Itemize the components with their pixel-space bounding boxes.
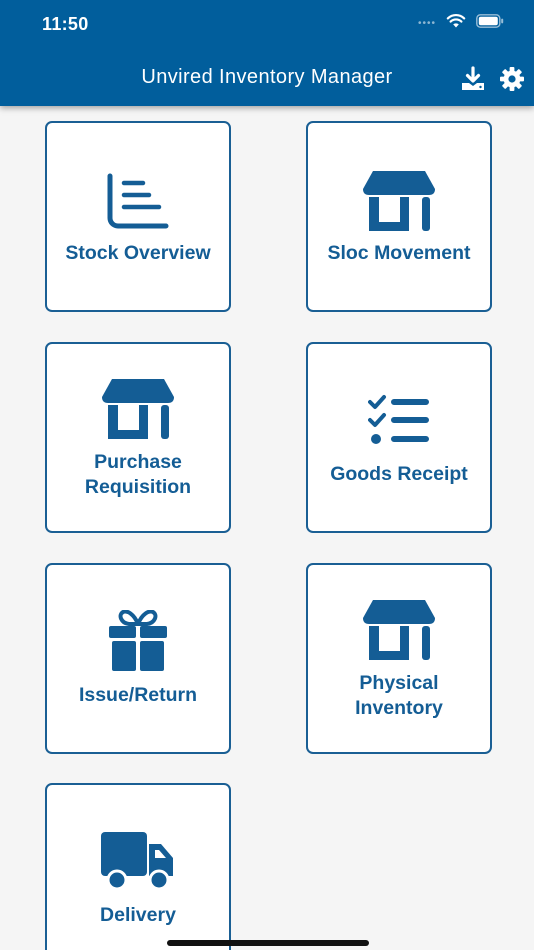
menu-grid: Stock Overview Sloc Movement Purchase Re… <box>0 0 534 950</box>
settings-button[interactable] <box>497 64 527 94</box>
storefront-icon <box>363 600 435 660</box>
goods-receipt-tile[interactable]: Goods Receipt <box>306 342 492 533</box>
tile-label: Stock Overview <box>65 242 211 264</box>
storefront-icon <box>102 379 174 439</box>
app-header: 11:50 •••• Unvired Inventory Manager <box>0 0 534 106</box>
sloc-movement-tile[interactable]: Sloc Movement <box>306 121 492 312</box>
status-icons: •••• <box>418 13 504 34</box>
cellular-signal-icon: •••• <box>417 18 436 29</box>
delivery-tile[interactable]: Delivery <box>45 783 231 950</box>
battery-icon <box>476 14 504 33</box>
storefront-icon <box>363 171 435 231</box>
issue-return-tile[interactable]: Issue/Return <box>45 563 231 754</box>
chart-bars-icon <box>107 173 169 229</box>
gift-icon <box>109 610 167 671</box>
download-button[interactable] <box>458 64 488 94</box>
tile-label: Delivery <box>100 904 176 926</box>
home-indicator[interactable] <box>167 940 369 946</box>
wifi-icon <box>446 13 466 34</box>
purchase-requisition-tile[interactable]: Purchase Requisition <box>45 342 231 533</box>
status-time: 11:50 <box>42 14 89 34</box>
tile-label: Issue/Return <box>78 684 198 706</box>
checklist-icon <box>368 395 429 444</box>
physical-inventory-tile[interactable]: Physical Inventory <box>306 563 492 754</box>
gear-icon <box>500 67 524 91</box>
page-title: Unvired Inventory Manager <box>141 66 393 88</box>
tile-label: Physical Inventory <box>355 672 443 719</box>
tile-label: Purchase Requisition <box>84 451 192 498</box>
truck-icon <box>101 832 173 891</box>
tile-label: Sloc Movement <box>327 242 471 264</box>
tile-label: Goods Receipt <box>330 463 468 485</box>
download-icon <box>462 66 484 90</box>
stock-overview-tile[interactable]: Stock Overview <box>45 121 231 312</box>
